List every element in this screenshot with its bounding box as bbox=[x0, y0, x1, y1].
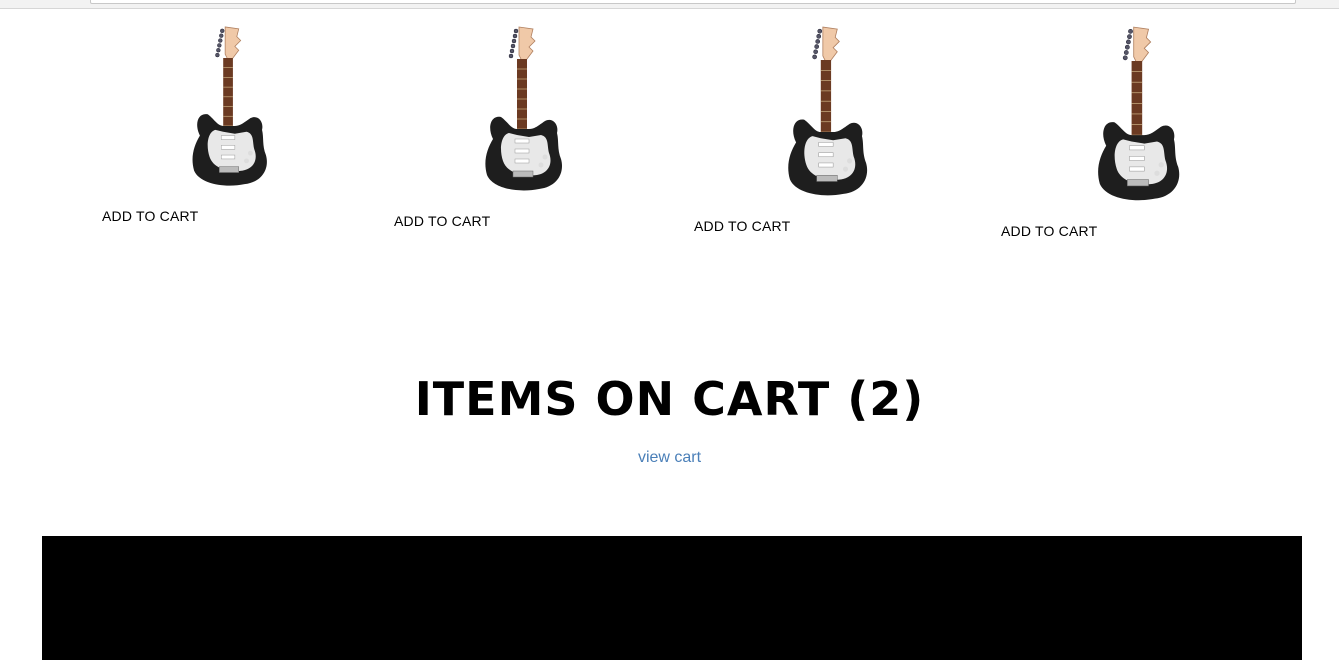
guitar-icon bbox=[1098, 26, 1180, 201]
electric-guitar-image bbox=[185, 25, 275, 190]
footer-block bbox=[42, 536, 1302, 660]
product-card: ADD TO CART bbox=[100, 20, 300, 260]
guitar-icon bbox=[788, 26, 868, 196]
guitar-icon bbox=[485, 26, 563, 191]
product-card: ADD TO CART bbox=[1000, 20, 1200, 260]
electric-guitar-image bbox=[1091, 25, 1187, 205]
electric-guitar-image bbox=[781, 25, 875, 200]
electric-guitar-image bbox=[478, 25, 570, 195]
view-cart-container: view cart bbox=[0, 449, 1339, 467]
address-bar[interactable] bbox=[90, 0, 1296, 4]
add-to-cart-button[interactable]: ADD TO CART bbox=[394, 213, 490, 229]
product-card: ADD TO CART bbox=[393, 20, 593, 260]
add-to-cart-button[interactable]: ADD TO CART bbox=[102, 208, 198, 224]
view-cart-link[interactable]: view cart bbox=[638, 449, 701, 466]
add-to-cart-button[interactable]: ADD TO CART bbox=[694, 218, 790, 234]
add-to-cart-button[interactable]: ADD TO CART bbox=[1001, 223, 1097, 239]
product-card: ADD TO CART bbox=[693, 20, 893, 260]
browser-top-edge bbox=[0, 0, 1339, 9]
cart-count-heading: ITEMS ON CART (2) bbox=[414, 372, 925, 426]
guitar-icon bbox=[192, 26, 267, 186]
